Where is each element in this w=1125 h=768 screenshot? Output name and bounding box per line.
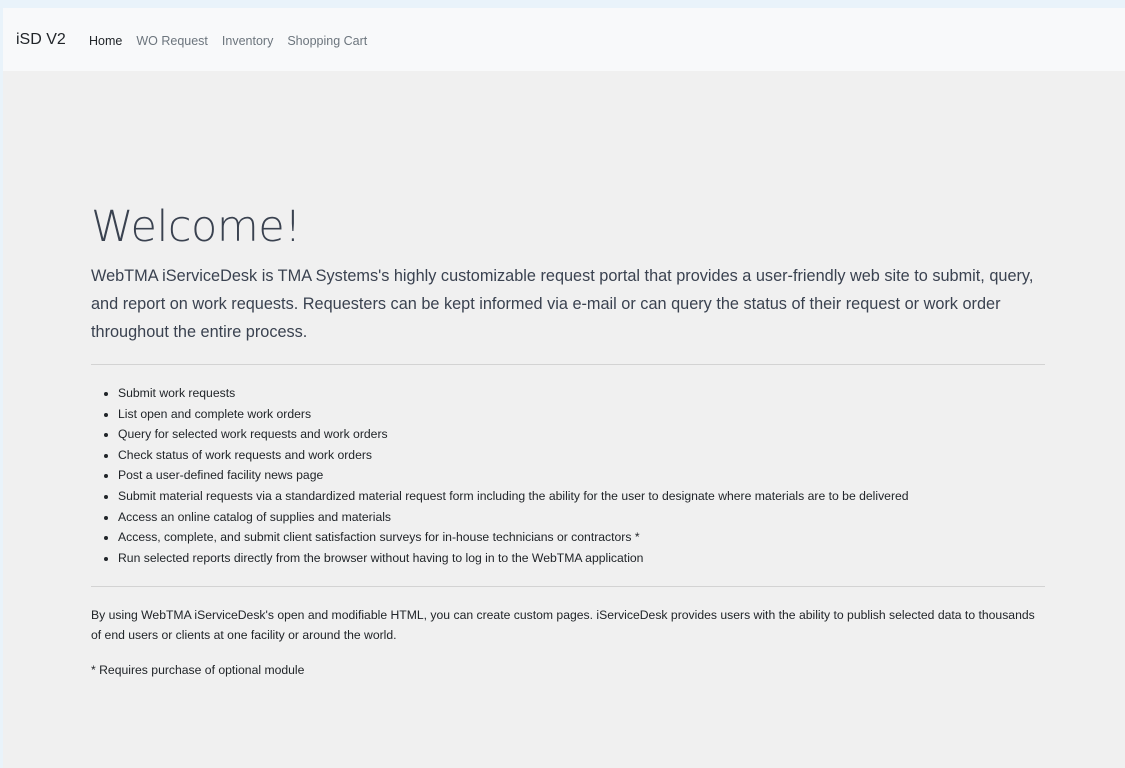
feature-item: Access an online catalog of supplies and… <box>118 507 1045 528</box>
brand-logo-text[interactable]: iSD V2 <box>16 29 66 51</box>
feature-item: Submit material requests via a standardi… <box>118 486 1045 507</box>
page-frame: iSD V2 Home WO Request Inventory Shoppin… <box>3 8 1125 768</box>
feature-item: Post a user-defined facility news page <box>118 465 1045 486</box>
nav-link-home[interactable]: Home <box>89 32 122 50</box>
description-paragraph: By using WebTMA iServiceDesk's open and … <box>91 608 1035 643</box>
feature-item: List open and complete work orders <box>118 404 1045 425</box>
feature-list: Submit work requests List open and compl… <box>91 383 1045 568</box>
divider-bottom <box>91 586 1045 588</box>
top-navbar: iSD V2 Home WO Request Inventory Shoppin… <box>3 8 1125 71</box>
lead-paragraph: WebTMA iServiceDesk is TMA Systems's hig… <box>91 267 1034 341</box>
feature-item: Query for selected work requests and wor… <box>118 424 1045 445</box>
feature-item: Check status of work requests and work o… <box>118 445 1045 466</box>
feature-item: Access, complete, and submit client sati… <box>118 527 1045 548</box>
nav-link-wo-request[interactable]: WO Request <box>136 32 208 50</box>
feature-item: Run selected reports directly from the b… <box>118 548 1045 569</box>
nav-links: Home WO Request Inventory Shopping Cart <box>89 32 381 50</box>
main-content: Welcome! WebTMA iServiceDesk is TMA Syst… <box>91 198 1045 680</box>
footnote: * Requires purchase of optional module <box>91 663 305 678</box>
nav-link-shopping-cart[interactable]: Shopping Cart <box>287 32 367 50</box>
divider-top <box>91 364 1045 365</box>
nav-link-inventory[interactable]: Inventory <box>222 32 273 50</box>
page-title: Welcome! <box>91 202 301 252</box>
feature-item: Submit work requests <box>118 383 1045 404</box>
